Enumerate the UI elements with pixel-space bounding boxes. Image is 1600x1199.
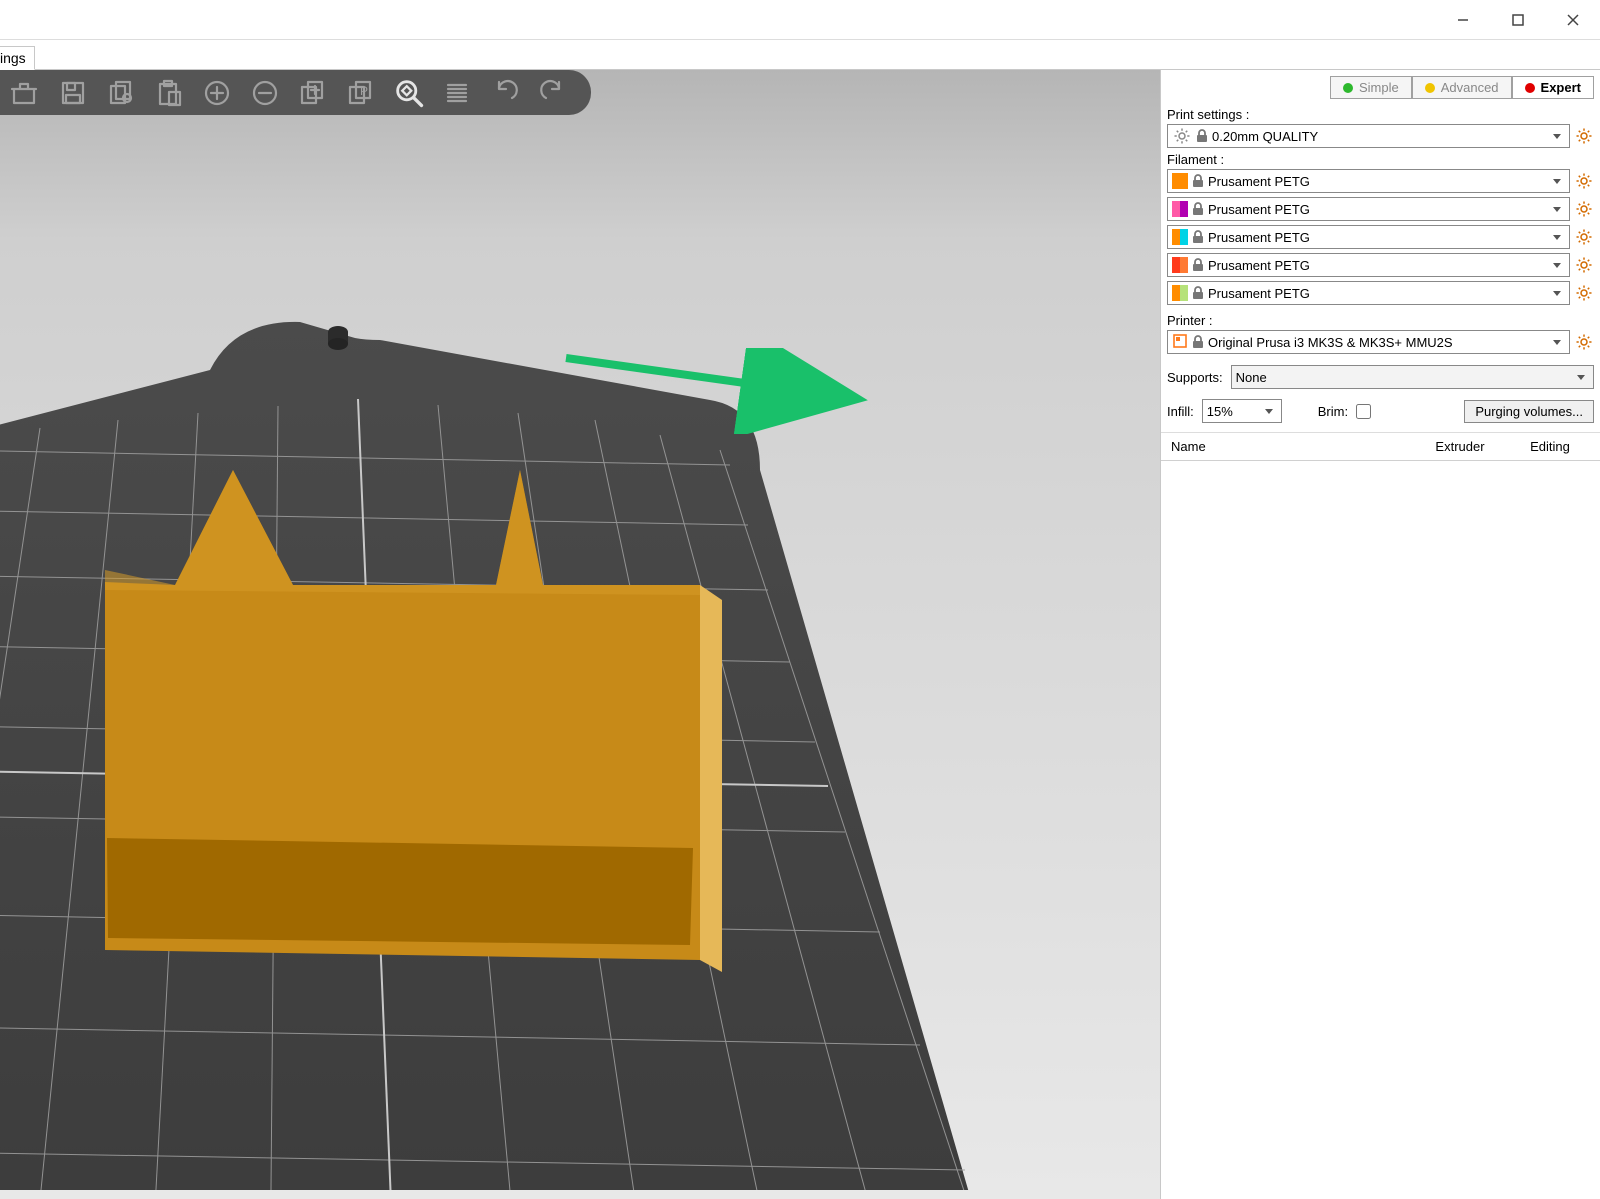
filament-name: Prusament PETG xyxy=(1208,286,1310,301)
lock-icon xyxy=(1191,335,1205,349)
maximize-button[interactable] xyxy=(1490,1,1545,39)
toolbar-layers-icon[interactable] xyxy=(435,71,479,115)
chevron-down-icon xyxy=(1549,198,1565,220)
print-settings-select[interactable]: 0.20mm QUALITY xyxy=(1167,124,1570,148)
top-toolbar: P xyxy=(0,70,591,115)
edit-preset-gear-icon[interactable] xyxy=(1574,255,1594,275)
edit-preset-gear-icon[interactable] xyxy=(1574,126,1594,146)
col-editing: Editing xyxy=(1510,439,1590,454)
dot-yellow-icon xyxy=(1425,83,1435,93)
filament-select-5[interactable]: Prusament PETG xyxy=(1167,281,1570,305)
edit-preset-gear-icon[interactable] xyxy=(1574,199,1594,219)
dot-red-icon xyxy=(1525,83,1535,93)
printer-select[interactable]: Original Prusa i3 MK3S & MK3S+ MMU2S xyxy=(1167,330,1570,354)
mode-tabs: Simple Advanced Expert xyxy=(1167,76,1594,99)
filament-select-4[interactable]: Prusament PETG xyxy=(1167,253,1570,277)
filament-name: Prusament PETG xyxy=(1208,230,1310,245)
build-plate xyxy=(0,70,1110,1190)
svg-text:P: P xyxy=(360,84,368,98)
toolbar-remove-icon[interactable] xyxy=(243,71,287,115)
color-swatch-icon xyxy=(1172,257,1188,273)
chevron-down-icon xyxy=(1549,226,1565,248)
filament-select-1[interactable]: Prusament PETG xyxy=(1167,169,1570,193)
chevron-down-icon xyxy=(1549,170,1565,192)
menu-tab-settings[interactable]: ings xyxy=(0,46,35,70)
supports-value: None xyxy=(1236,370,1267,385)
col-extruder: Extruder xyxy=(1410,439,1510,454)
toolbar-redo-icon[interactable] xyxy=(531,71,575,115)
printer-value: Original Prusa i3 MK3S & MK3S+ MMU2S xyxy=(1208,335,1453,350)
chevron-down-icon xyxy=(1573,366,1589,388)
chevron-down-icon xyxy=(1549,254,1565,276)
minimize-button[interactable] xyxy=(1435,1,1490,39)
filament-name: Prusament PETG xyxy=(1208,258,1310,273)
close-button[interactable] xyxy=(1545,1,1600,39)
toolbar-instances-add-icon[interactable] xyxy=(291,71,335,115)
brim-label: Brim: xyxy=(1318,404,1348,419)
chevron-down-icon xyxy=(1261,400,1277,422)
edit-preset-gear-icon[interactable] xyxy=(1574,227,1594,247)
chevron-down-icon xyxy=(1549,331,1565,353)
chevron-down-icon xyxy=(1549,282,1565,304)
filament-select-2[interactable]: Prusament PETG xyxy=(1167,197,1570,221)
printer-icon xyxy=(1172,333,1188,352)
window-titlebar xyxy=(0,0,1600,40)
lock-icon xyxy=(1191,202,1205,216)
3d-viewport[interactable]: P xyxy=(0,70,1160,1199)
color-swatch-icon xyxy=(1172,285,1188,301)
color-swatch-icon xyxy=(1172,229,1188,245)
lock-icon xyxy=(1191,230,1205,244)
lock-icon xyxy=(1195,129,1209,143)
purging-volumes-button[interactable]: Purging volumes... xyxy=(1464,400,1594,423)
color-swatch-icon xyxy=(1172,173,1188,189)
lock-icon xyxy=(1191,174,1205,188)
object-list-header: Name Extruder Editing xyxy=(1161,433,1600,461)
supports-label: Supports: xyxy=(1167,370,1223,385)
print-settings-value: 0.20mm QUALITY xyxy=(1212,129,1318,144)
filament-label: Filament : xyxy=(1167,152,1594,167)
infill-value: 15% xyxy=(1207,404,1233,419)
print-settings-label: Print settings : xyxy=(1167,107,1594,122)
filament-name: Prusament PETG xyxy=(1208,202,1310,217)
infill-label: Infill: xyxy=(1167,404,1194,419)
color-swatch-icon xyxy=(1172,201,1188,217)
toolbar-add-icon[interactable] xyxy=(195,71,239,115)
lock-icon xyxy=(1191,286,1205,300)
object-list: Name Extruder Editing xyxy=(1161,432,1600,1199)
menubar: ings xyxy=(0,40,1600,70)
filament-name: Prusament PETG xyxy=(1208,174,1310,189)
mode-tab-label: Simple xyxy=(1359,80,1399,95)
toolbar-paste-icon[interactable] xyxy=(147,71,191,115)
infill-select[interactable]: 15% xyxy=(1202,399,1282,423)
toolbar-copy-icon[interactable] xyxy=(99,71,143,115)
lock-icon xyxy=(1191,258,1205,272)
edit-preset-gear-icon[interactable] xyxy=(1574,283,1594,303)
mode-tab-label: Advanced xyxy=(1441,80,1499,95)
mode-tab-advanced[interactable]: Advanced xyxy=(1412,76,1512,99)
edit-preset-gear-icon[interactable] xyxy=(1574,171,1594,191)
supports-select[interactable]: None xyxy=(1231,365,1594,389)
printer-label: Printer : xyxy=(1167,313,1594,328)
toolbar-instances-remove-icon[interactable]: P xyxy=(339,71,383,115)
toolbar-search-icon[interactable] xyxy=(387,71,431,115)
mode-tab-expert[interactable]: Expert xyxy=(1512,76,1594,99)
brim-checkbox[interactable] xyxy=(1356,404,1371,419)
right-panel: Simple Advanced Expert Print settings : … xyxy=(1160,70,1600,1199)
chevron-down-icon xyxy=(1549,125,1565,147)
toolbar-undo-icon[interactable] xyxy=(483,71,527,115)
edit-preset-gear-icon[interactable] xyxy=(1574,332,1594,352)
toolbar-save-icon[interactable] xyxy=(51,71,95,115)
system-preset-icon xyxy=(1172,126,1192,146)
toolbar-open-icon[interactable] xyxy=(3,71,47,115)
mode-tab-simple[interactable]: Simple xyxy=(1330,76,1412,99)
menu-tab-label: ings xyxy=(0,50,26,66)
dot-green-icon xyxy=(1343,83,1353,93)
col-name: Name xyxy=(1171,439,1410,454)
filament-select-3[interactable]: Prusament PETG xyxy=(1167,225,1570,249)
mode-tab-label: Expert xyxy=(1541,80,1581,95)
